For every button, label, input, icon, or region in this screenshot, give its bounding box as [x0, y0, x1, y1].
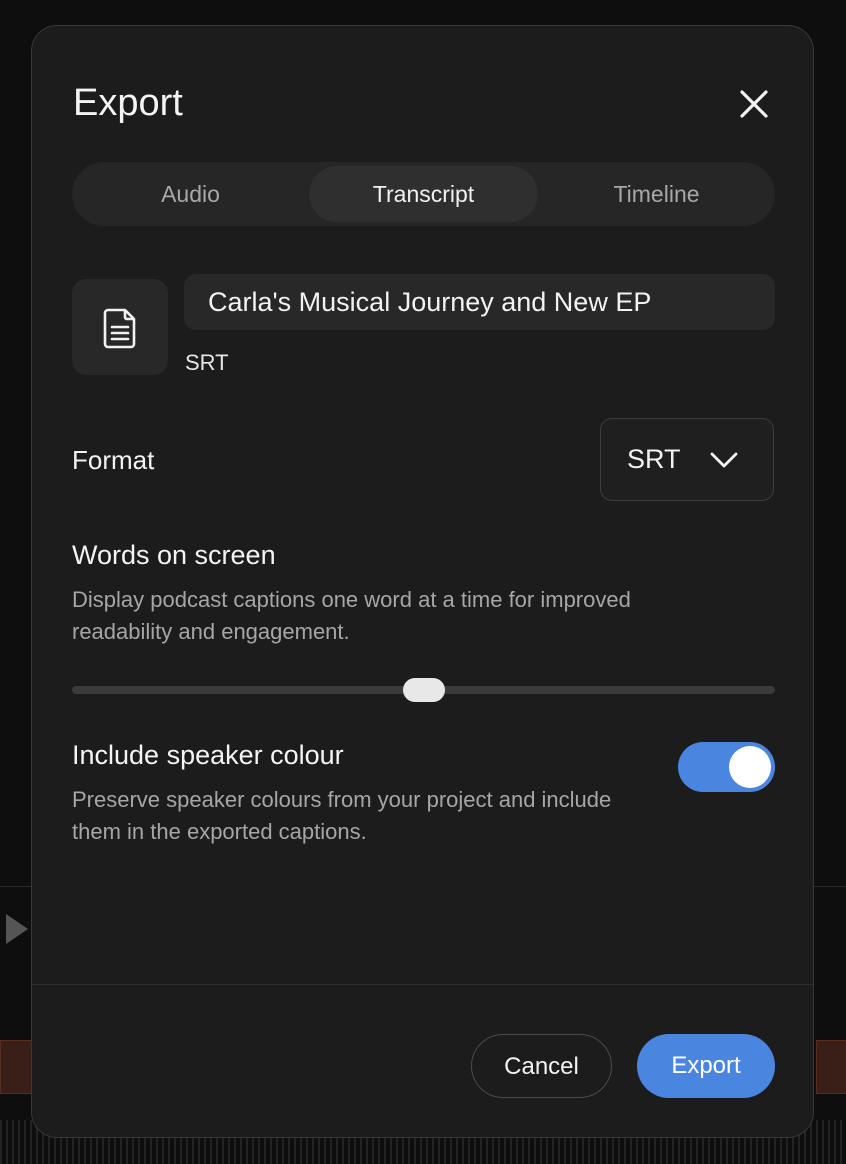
- tab-transcript[interactable]: Transcript: [309, 166, 538, 222]
- footer-divider: [32, 984, 813, 985]
- tab-audio[interactable]: Audio: [76, 166, 305, 222]
- chevron-down-icon: [710, 452, 738, 468]
- close-button[interactable]: [732, 82, 776, 126]
- export-tabs: Audio Transcript Timeline: [72, 162, 775, 226]
- format-value: SRT: [627, 444, 681, 474]
- speaker-colour-description: Preserve speaker colours from your proje…: [72, 787, 612, 844]
- play-icon: [6, 914, 28, 944]
- speaker-colour-toggle[interactable]: [678, 742, 775, 792]
- file-type-label: SRT: [185, 350, 229, 375]
- format-select[interactable]: SRT: [600, 418, 774, 501]
- document-icon: [103, 308, 136, 349]
- export-dialog: Export Audio Transcript Timeline SRT For…: [31, 25, 814, 1138]
- words-on-screen-description: Display podcast captions one word at a t…: [72, 587, 631, 644]
- filename-input[interactable]: [184, 274, 775, 330]
- speaker-colour-title: Include speaker colour: [72, 740, 344, 770]
- cancel-button[interactable]: Cancel: [471, 1034, 612, 1098]
- timeline-clip: [816, 1040, 846, 1094]
- close-icon: [740, 90, 768, 118]
- format-label: Format: [72, 445, 155, 475]
- dialog-title: Export: [73, 82, 183, 124]
- timeline-clip: [0, 1040, 32, 1094]
- file-thumbnail: [72, 279, 168, 375]
- words-on-screen-title: Words on screen: [72, 540, 276, 570]
- export-button[interactable]: Export: [637, 1034, 775, 1098]
- words-slider-thumb[interactable]: [402, 678, 445, 702]
- toggle-knob: [729, 746, 771, 788]
- tab-timeline[interactable]: Timeline: [542, 166, 771, 222]
